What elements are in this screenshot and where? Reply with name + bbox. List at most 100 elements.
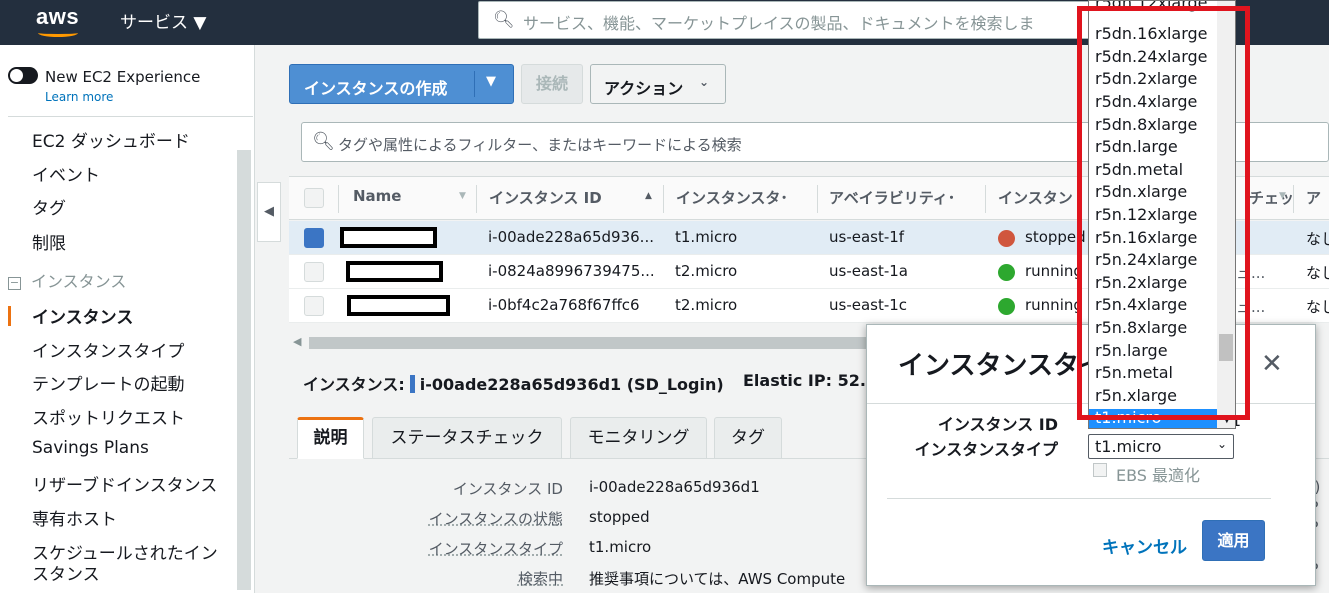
dropdown-scrollbar-thumb[interactable] [1219, 334, 1233, 361]
column-header-instance-type[interactable]: インスタンスタ･ [676, 187, 788, 208]
sidebar-item-savings-plans[interactable]: Savings Plans [32, 438, 149, 458]
column-header-alarm[interactable]: ア [1306, 187, 1321, 208]
dropdown-scrollbar[interactable] [1217, 1, 1235, 428]
dropdown-option[interactable]: r5n.metal [1095, 363, 1173, 382]
dropdown-option[interactable]: r5dn.xlarge [1095, 182, 1187, 201]
select-all-checkbox[interactable] [304, 188, 324, 208]
field-value-instance-state: stopped [589, 508, 650, 526]
dialog-instance-id-label: インスタンス ID [937, 415, 1058, 434]
column-separator [338, 185, 339, 213]
sidebar-collapse-button[interactable]: ◀ [257, 182, 281, 242]
tab-tags[interactable]: タグ [714, 417, 782, 459]
services-menu[interactable]: サービス ▼ [120, 8, 206, 33]
sidebar-scrollbar[interactable] [237, 150, 251, 590]
dropdown-option[interactable]: r5dn.24xlarge [1095, 47, 1208, 66]
sidebar-item-dashboard[interactable]: EC2 ダッシュボード [32, 127, 190, 152]
dropdown-option[interactable]: r5n.2xlarge [1095, 273, 1187, 292]
actions-button[interactable]: アクション ⌄ [590, 64, 726, 104]
cell-status-check: ュ... [1236, 298, 1266, 316]
dialog-instance-type-label: インスタンスタイプ [914, 440, 1058, 459]
actions-label: アクション [604, 79, 684, 98]
sidebar-item-instance-types[interactable]: インスタンスタイプ [32, 337, 184, 362]
dropdown-option[interactable]: r5n.16xlarge [1095, 228, 1197, 247]
dropdown-option[interactable]: r5dn.metal [1095, 160, 1183, 179]
sidebar-item-spot-requests[interactable]: スポットリクエスト [32, 404, 185, 429]
sidebar-item-reserved-instances[interactable]: リザーブドインスタンス [32, 471, 217, 496]
connect-button[interactable]: 接続 [521, 64, 583, 104]
cell-alarm: なし [1306, 264, 1329, 282]
cell-availability-zone: us-east-1a [829, 262, 908, 280]
create-instance-button[interactable]: インスタンスの作成 ▼ [289, 64, 514, 104]
dropdown-option[interactable]: r5n.24xlarge [1095, 250, 1197, 269]
sidebar-item-events[interactable]: イベント [32, 161, 100, 186]
dropdown-option[interactable]: r5dn.4xlarge [1095, 92, 1197, 111]
dropdown-option[interactable]: r5dn.12xlarge [1095, 1, 1208, 12]
cell-instance-type: t2.micro [675, 296, 738, 314]
scroll-left-icon[interactable]: ◀ [293, 335, 301, 348]
column-separator [476, 185, 477, 213]
filter-placeholder: タグや属性によるフィルター、またはキーワードによる検索 [338, 136, 742, 154]
instance-type-select[interactable]: t1.micro ⌄ [1088, 434, 1234, 459]
selection-bar [409, 375, 415, 393]
search-icon: 🔍︎ [493, 10, 515, 30]
dropdown-option[interactable]: r5n.large [1095, 341, 1168, 360]
column-separator [817, 185, 818, 213]
cancel-button[interactable]: キャンセル [1102, 533, 1187, 558]
global-search-input[interactable]: 🔍︎ サービス、機能、マーケットプレイスの製品、ドキュメントを検索しま [478, 1, 1098, 39]
ebs-optimized-checkbox[interactable] [1093, 463, 1107, 477]
dropdown-option[interactable]: r5dn.large [1095, 137, 1178, 156]
cell-instance-state: running [1025, 262, 1083, 280]
chevron-left-icon: ◀ [264, 204, 274, 219]
column-header-instance-state[interactable]: インスタン [998, 187, 1073, 208]
apply-button[interactable]: 適用 [1202, 520, 1265, 561]
dropdown-selected-label: t1.micro [1095, 408, 1162, 427]
field-value-instance-type: t1.micro [589, 538, 652, 556]
column-separator [1293, 185, 1294, 213]
redacted-name [340, 227, 437, 248]
dropdown-option[interactable]: r5dn.2xlarge [1095, 69, 1197, 88]
sidebar-item-instances[interactable]: インスタンス [32, 303, 133, 328]
row-checkbox[interactable] [304, 262, 324, 282]
cell-availability-zone: us-east-1c [829, 296, 908, 314]
sidebar-item-dedicated-hosts[interactable]: 専有ホスト [32, 505, 117, 530]
dropdown-option[interactable]: r5n.12xlarge [1095, 205, 1197, 224]
dropdown-option[interactable]: r5n.8xlarge [1095, 318, 1187, 337]
global-search-placeholder: サービス、機能、マーケットプレイスの製品、ドキュメントを検索しま [523, 14, 1035, 33]
sidebar-item-tags[interactable]: タグ [32, 194, 66, 219]
tab-monitoring[interactable]: モニタリング [570, 417, 707, 459]
cell-status-check: ュ... [1236, 264, 1266, 282]
sidebar-group-instances[interactable]: − インスタンス [8, 268, 126, 292]
row-checkbox[interactable] [304, 296, 324, 316]
search-icon: 🔍︎ [312, 131, 335, 152]
dropdown-option[interactable]: r5n.4xlarge [1095, 295, 1187, 314]
sidebar-item-launch-templates[interactable]: テンプレートの起動 [32, 370, 185, 395]
sidebar-divider [8, 116, 253, 117]
cell-instance-type: t1.micro [675, 228, 738, 246]
learn-more-link[interactable]: Learn more [45, 90, 113, 104]
dropdown-option-selected[interactable]: t1.micro [1089, 408, 1217, 428]
dropdown-option[interactable]: r5n.xlarge [1095, 386, 1177, 405]
column-header-instance-id[interactable]: インスタンス ID [489, 187, 602, 208]
column-header-availability-zone[interactable]: アベイラビリティ･ [829, 187, 955, 208]
close-icon[interactable]: ✕ [1261, 349, 1283, 379]
aws-logo[interactable]: aws [36, 4, 79, 30]
dropdown-option[interactable]: r5dn.16xlarge [1095, 24, 1208, 43]
sidebar-item-limits[interactable]: 制限 [32, 229, 66, 254]
cell-alarm: なし [1306, 230, 1329, 248]
column-header-status-check[interactable]: チェッ [1249, 187, 1294, 208]
cell-instance-type: t2.micro [675, 262, 738, 280]
field-label-instance-type: インスタンスタイプ [428, 540, 563, 558]
instance-type-dropdown-list[interactable]: r5dn.12xlarge r5dn.16xlarge r5dn.24xlarg… [1088, 0, 1236, 429]
sidebar: New EC2 Experience Learn more EC2 ダッシュボー… [0, 45, 255, 593]
row-checkbox[interactable] [304, 228, 324, 248]
dropdown-option[interactable]: r5dn.8xlarge [1095, 115, 1197, 134]
column-header-name[interactable]: Name [353, 187, 401, 205]
sidebar-item-scheduled-instances-cont[interactable]: スタンス [32, 560, 100, 585]
new-ec2-toggle[interactable] [8, 67, 38, 84]
detail-instance-value: i-00ade228a65d936d1 (SD_Login) [419, 375, 724, 394]
dialog-divider [887, 498, 1271, 499]
field-label-instance-id: インスタンス ID [452, 480, 563, 498]
tab-status-checks[interactable]: ステータスチェック [372, 417, 562, 459]
caret-down-icon[interactable]: ▼ [486, 74, 496, 89]
tab-description[interactable]: 説明 [297, 417, 364, 459]
